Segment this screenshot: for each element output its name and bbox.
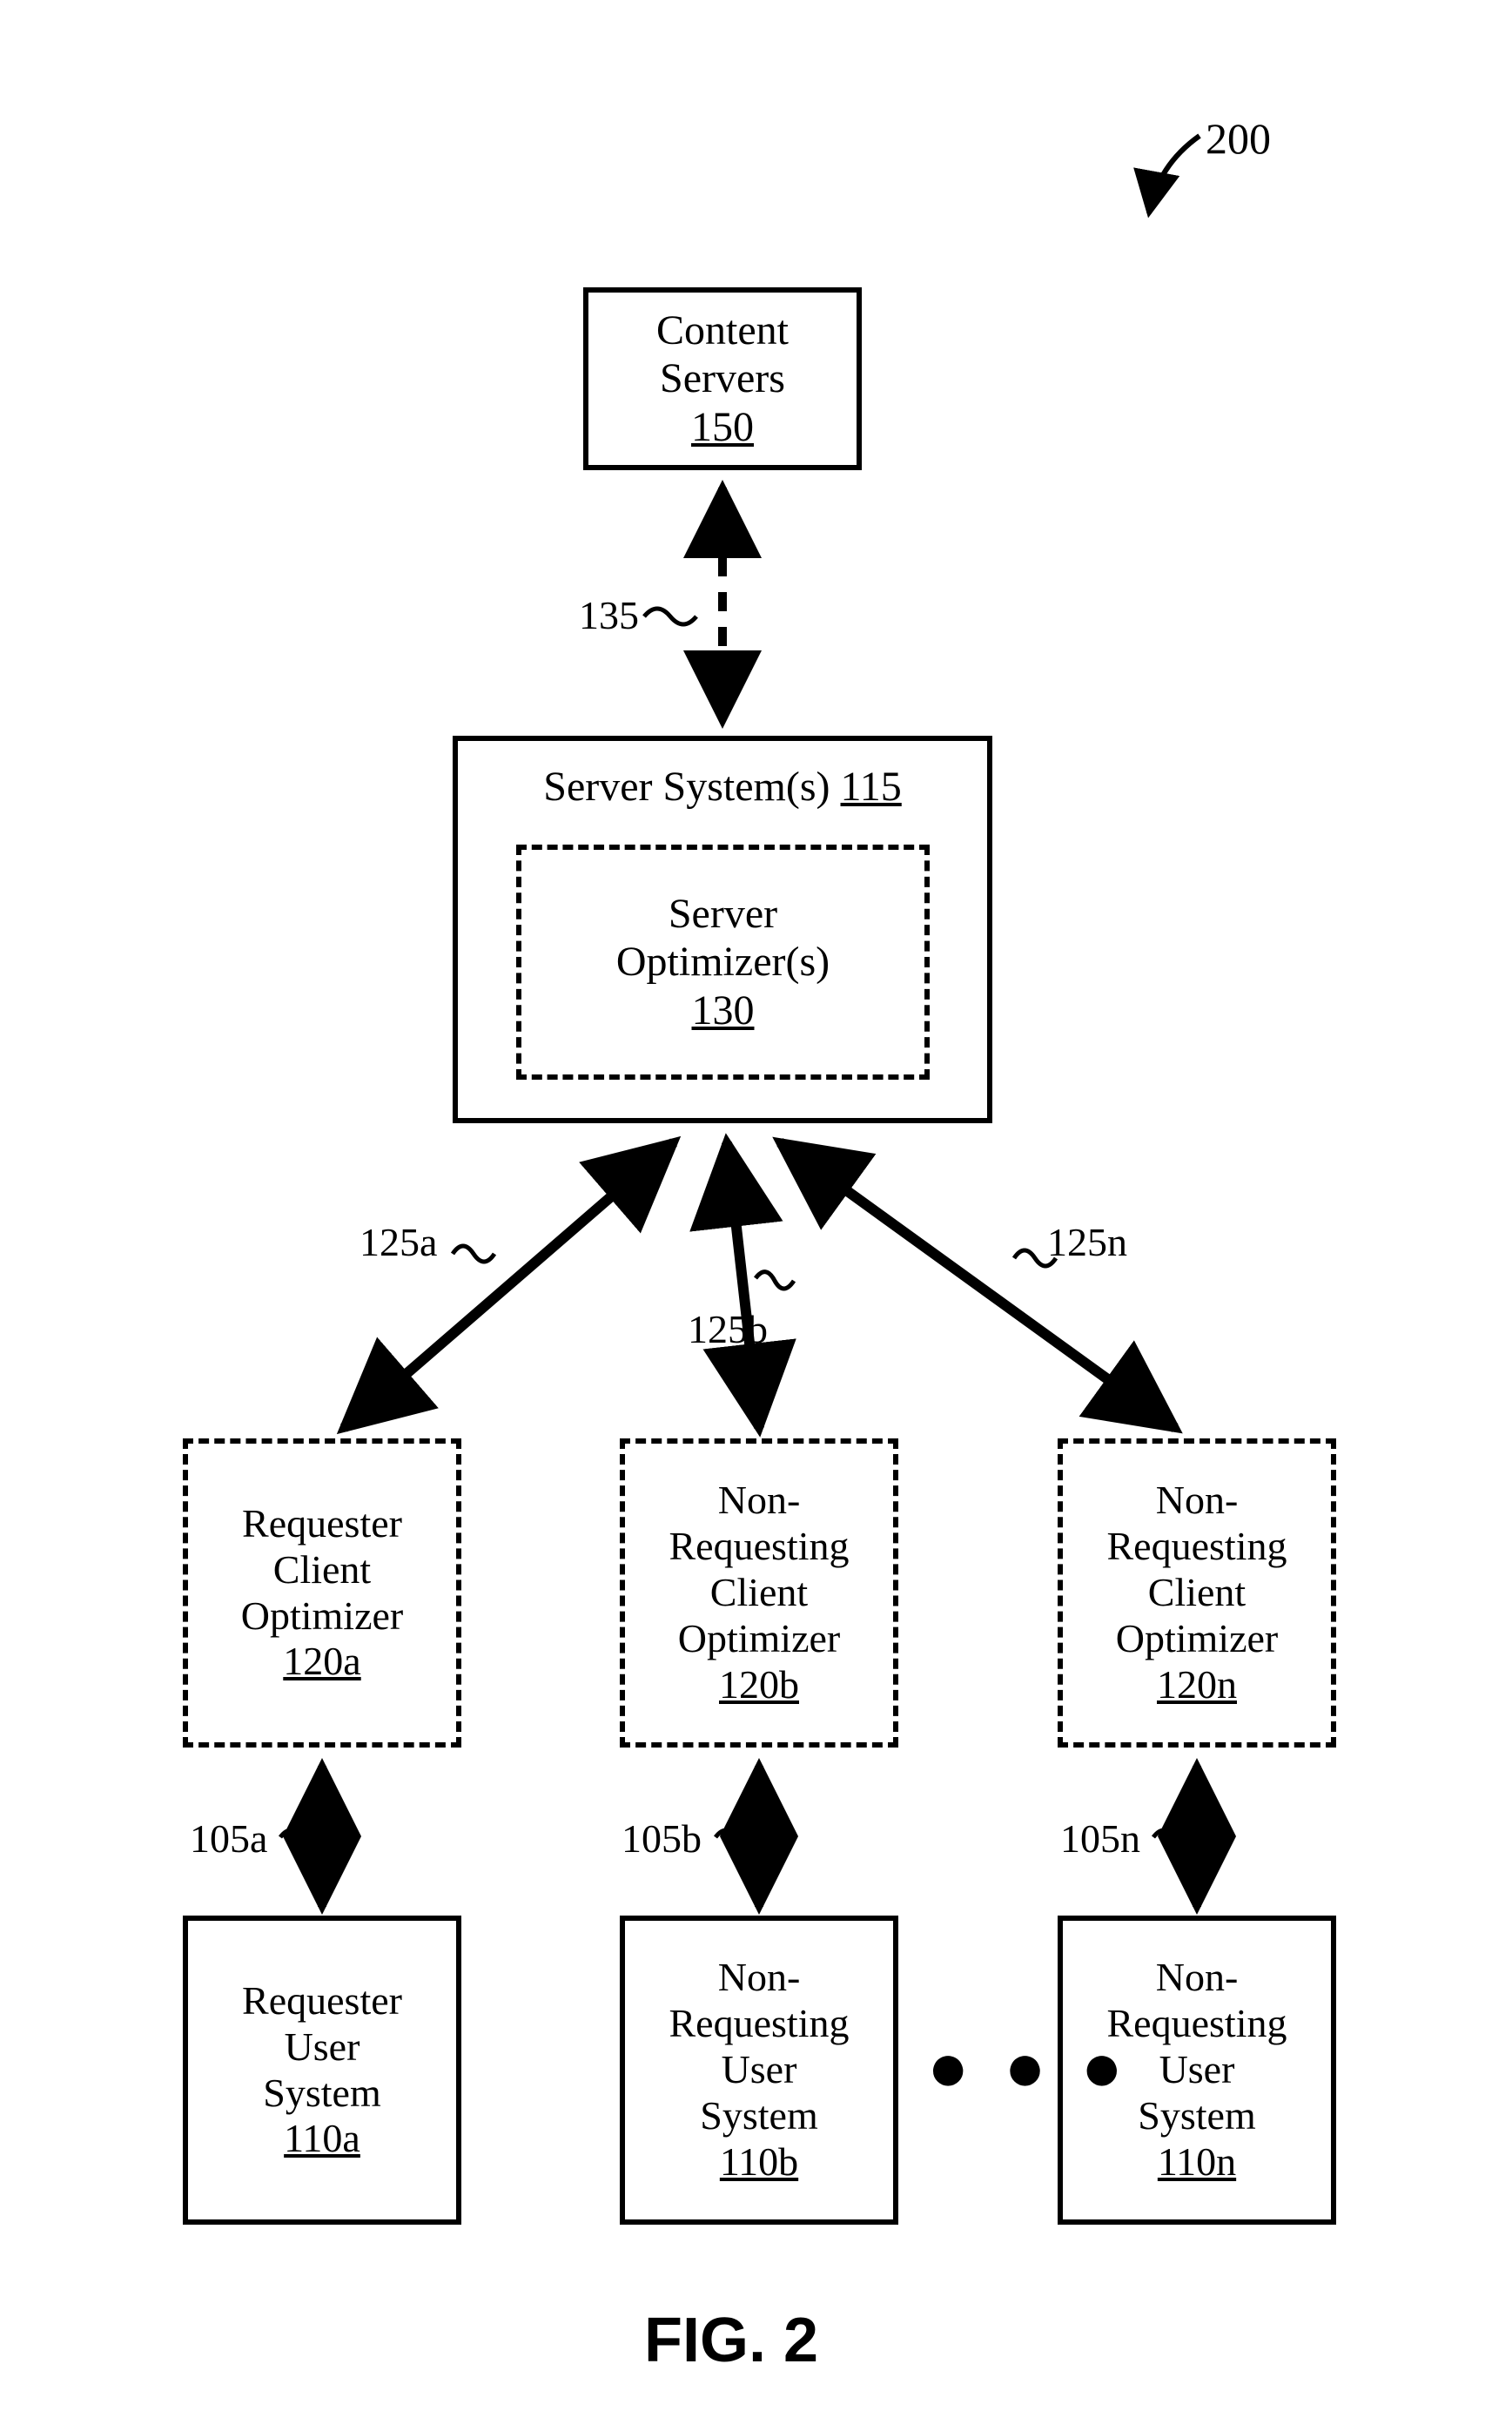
box-nr-optimizer-b: Non- Requesting Client Optimizer 120b [620, 1438, 898, 1748]
ref-number: 110b [720, 2139, 798, 2185]
box-requester-user: Requester User System 110a [183, 1916, 461, 2225]
text: Content [656, 306, 789, 354]
ref-number: 110n [1158, 2139, 1236, 2185]
text: System [700, 2093, 817, 2139]
text: Optimizer [241, 1593, 404, 1640]
ref-number: 120a [283, 1639, 360, 1685]
text: Requester [242, 1501, 402, 1547]
text: Client [710, 1570, 808, 1616]
box-server-optimizer: Server Optimizer(s) 130 [516, 845, 930, 1080]
text: Optimizer(s) [616, 938, 830, 986]
label-135: 135 [579, 592, 639, 638]
ref-number: 120b [719, 1662, 799, 1708]
box-nr-user-b: Non- Requesting User System 110b [620, 1916, 898, 2225]
text: Client [273, 1547, 371, 1593]
label-125a: 125a [360, 1219, 437, 1265]
label-125b: 125b [688, 1306, 768, 1352]
text: Requesting [1107, 1524, 1287, 1570]
text: User [1159, 2047, 1235, 2093]
text: System [263, 2071, 380, 2117]
text: Requester [242, 1978, 402, 2024]
ref-number: 120n [1157, 1662, 1237, 1708]
box-requester-optimizer: Requester Client Optimizer 120a [183, 1438, 461, 1748]
label-125n: 125n [1047, 1219, 1127, 1265]
label-105a: 105a [190, 1815, 267, 1862]
figure-caption: FIG. 2 [644, 2305, 818, 2376]
ref-number: 130 [692, 987, 755, 1034]
text: Non- [1156, 1955, 1239, 2001]
text: Client [1148, 1570, 1246, 1616]
ref-number: 110a [284, 2116, 360, 2162]
text: System [1138, 2093, 1255, 2139]
text: Servers [660, 354, 785, 402]
text: Requesting [669, 1524, 850, 1570]
figure-page: 200 Content Servers 150 135 Server Syste… [0, 0, 1512, 2411]
box-content-servers: Content Servers 150 [583, 287, 862, 470]
text: Non- [1156, 1478, 1239, 1524]
label-105n: 105n [1060, 1815, 1140, 1862]
text: Server System(s) 115 [543, 763, 902, 811]
text: Requesting [1107, 2001, 1287, 2047]
figure-number: 200 [1206, 113, 1271, 164]
text: Requesting [669, 2001, 850, 2047]
text: Server [669, 890, 777, 938]
text: User [285, 2024, 360, 2071]
box-nr-optimizer-n: Non- Requesting Client Optimizer 120n [1058, 1438, 1336, 1748]
text: User [722, 2047, 797, 2093]
label-105b: 105b [622, 1815, 702, 1862]
ellipsis-icon: ● ● ● [927, 2029, 1132, 2108]
text: Optimizer [1116, 1616, 1279, 1662]
ref-number: 150 [691, 403, 754, 451]
text: Optimizer [678, 1616, 841, 1662]
text: Non- [718, 1955, 801, 2001]
text: Non- [718, 1478, 801, 1524]
